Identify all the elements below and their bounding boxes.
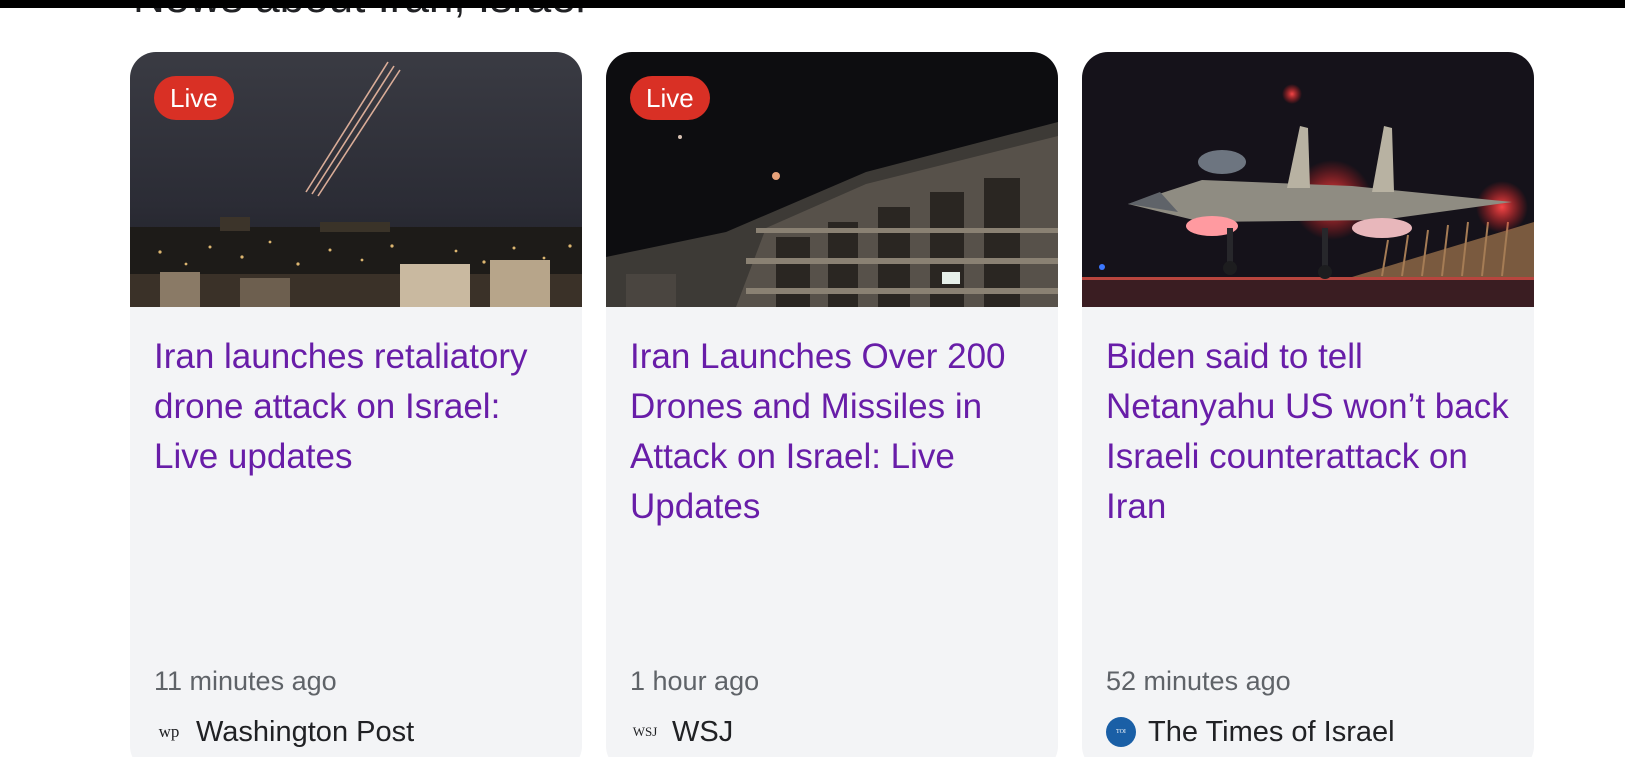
source-attribution: wp Washington Post	[154, 715, 415, 749]
fighter-jet-night-image	[1082, 52, 1534, 307]
published-time: 11 minutes ago	[154, 666, 337, 696]
news-carousel: Live Iran launches retaliatory drone att…	[130, 52, 1534, 757]
news-thumbnail	[1082, 52, 1534, 307]
news-card-wsj[interactable]: Live Iran Launches Over 200 Drones and M…	[606, 52, 1058, 757]
source-name: Washington Post	[196, 716, 415, 748]
source-name: WSJ	[672, 716, 734, 748]
live-badge: Live	[630, 76, 710, 120]
source-name: The Times of Israel	[1148, 716, 1395, 748]
news-card-washington-post[interactable]: Live Iran launches retaliatory drone att…	[130, 52, 582, 757]
source-attribution: TOI The Times of Israel	[1106, 715, 1395, 749]
times-of-israel-logo-icon: TOI	[1106, 717, 1136, 747]
headline-link[interactable]: Iran Launches Over 200 Drones and Missil…	[630, 332, 1040, 532]
news-panel: News about Iran, Israel	[0, 8, 1625, 757]
live-badge: Live	[154, 76, 234, 120]
wsj-logo-icon: WSJ	[632, 724, 658, 739]
washington-post-logo-icon: wp	[158, 722, 180, 741]
published-time: 52 minutes ago	[1106, 666, 1291, 696]
headline-link[interactable]: Biden said to tell Netanyahu US won’t ba…	[1106, 332, 1516, 532]
news-card-times-of-israel[interactable]: Biden said to tell Netanyahu US won’t ba…	[1082, 52, 1534, 757]
news-thumbnail: Live	[130, 52, 582, 307]
news-thumbnail: Live	[606, 52, 1058, 307]
headline-link[interactable]: Iran launches retaliatory drone attack o…	[154, 332, 564, 482]
section-title: News about Iran, Israel	[133, 8, 585, 24]
source-attribution: WSJ WSJ	[630, 715, 734, 749]
published-time: 1 hour ago	[630, 666, 760, 696]
